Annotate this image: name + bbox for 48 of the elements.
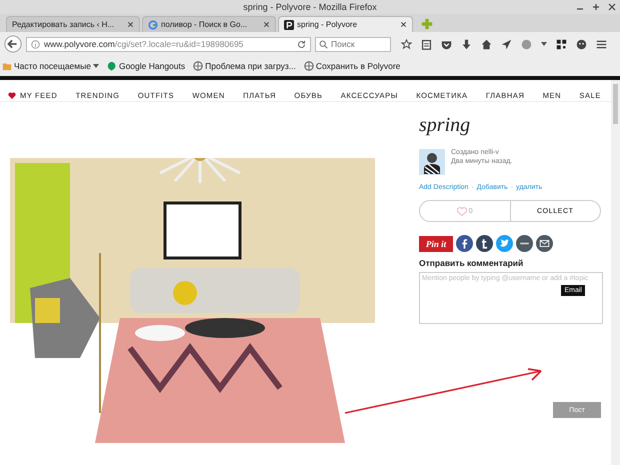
caret-icon bbox=[92, 64, 99, 68]
letter-p-icon bbox=[284, 20, 294, 30]
maximize-icon[interactable] bbox=[592, 3, 600, 11]
close-tab-icon[interactable] bbox=[400, 21, 407, 28]
bookmark-item[interactable]: Сохранить в Polyvore bbox=[304, 61, 400, 71]
folder-icon bbox=[2, 61, 12, 71]
search-field[interactable]: Поиск bbox=[315, 36, 391, 52]
shield-icon[interactable] bbox=[441, 38, 452, 50]
qr-code-icon[interactable] bbox=[556, 38, 567, 50]
comment-heading: Отправить комментарий bbox=[419, 258, 524, 268]
close-icon[interactable] bbox=[608, 3, 616, 11]
download-icon[interactable] bbox=[461, 38, 472, 50]
close-tab-icon[interactable] bbox=[263, 21, 270, 28]
smiley-icon[interactable] bbox=[576, 38, 587, 50]
star-icon[interactable] bbox=[401, 38, 412, 50]
menu-icon[interactable] bbox=[596, 38, 607, 50]
set-title: spring bbox=[419, 114, 472, 137]
caret-icon[interactable] bbox=[541, 42, 547, 46]
email-icon[interactable] bbox=[536, 235, 553, 252]
bookmark-item[interactable]: Часто посещаемые bbox=[2, 61, 99, 71]
tab-label: поливор - Поиск в Go... bbox=[161, 20, 248, 29]
clipboard-icon[interactable] bbox=[421, 38, 432, 50]
tumblr-icon[interactable] bbox=[476, 235, 493, 252]
close-tab-icon[interactable] bbox=[127, 21, 134, 28]
heart-icon bbox=[456, 206, 467, 216]
bookmark-item[interactable]: Google Hangouts bbox=[106, 61, 186, 71]
info-icon bbox=[31, 40, 40, 48]
browser-tab[interactable]: spring - Polyvore bbox=[278, 16, 413, 32]
scrollbar[interactable] bbox=[611, 80, 620, 465]
blog-icon[interactable] bbox=[516, 235, 533, 252]
browser-tab[interactable]: поливор - Поиск в Go... bbox=[142, 16, 276, 32]
browser-tab[interactable]: Редактировать запись ‹ Н... bbox=[6, 16, 140, 32]
tab-label: spring - Polyvore bbox=[297, 20, 358, 29]
home-icon[interactable] bbox=[481, 38, 492, 50]
window-title: spring - Polyvore - Mozilla Firefox bbox=[243, 2, 377, 12]
back-icon[interactable] bbox=[4, 35, 22, 53]
avatar-icon[interactable] bbox=[419, 149, 445, 175]
letter-g-icon bbox=[148, 20, 158, 30]
tab-label: Редактировать запись ‹ Н... bbox=[12, 20, 116, 29]
speech-bubble-icon bbox=[106, 61, 117, 71]
paper-plane-icon[interactable] bbox=[501, 38, 512, 50]
reload-icon[interactable] bbox=[297, 40, 306, 48]
facebook-icon[interactable] bbox=[456, 235, 473, 252]
pin-it-button[interactable]: Pin it bbox=[419, 236, 453, 252]
bookmark-item[interactable]: Проблема при загруз... bbox=[193, 61, 296, 71]
search-icon bbox=[319, 40, 328, 48]
address-field[interactable]: www.polyvore.com/cgi/set?.locale=ru&id=198980695 bbox=[26, 36, 311, 52]
heart-icon bbox=[8, 92, 16, 98]
